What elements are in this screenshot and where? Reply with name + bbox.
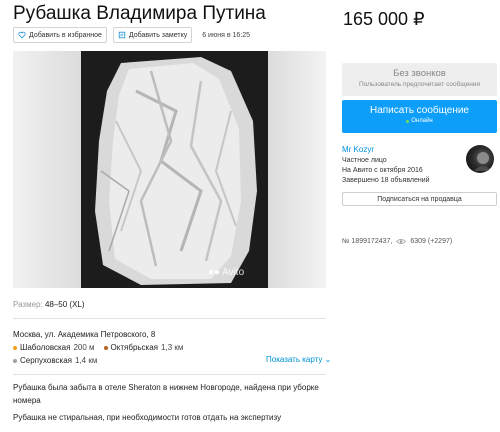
no-calls-title: Без звонков — [393, 68, 446, 79]
avito-logo-icon: ●● — [208, 267, 221, 278]
listing-actions: Добавить в избранное Добавить заметку 6 … — [13, 27, 250, 43]
heart-icon — [18, 31, 26, 39]
seller-since: На Авито с октября 2016 — [342, 167, 423, 174]
write-message-button[interactable]: Написать сообщение Онлайн — [342, 100, 497, 133]
description-line: Рубашка не стиральная, при необходимости… — [13, 413, 282, 422]
online-status: Онлайн — [342, 118, 497, 124]
avito-watermark: ●● Avito — [208, 267, 244, 278]
seller-type: Частное лицо — [342, 157, 387, 164]
metro-line-dot — [103, 345, 108, 350]
metro-line-dot — [13, 358, 17, 363]
metro-station-name: Серпуховская — [20, 356, 72, 365]
main-photo[interactable] — [81, 51, 268, 288]
size-label: Размер: — [13, 300, 43, 309]
write-message-label: Написать сообщение — [369, 105, 469, 116]
ad-views: 6309 (+2297) — [410, 238, 453, 245]
add-note-button[interactable]: Добавить заметку — [112, 27, 193, 43]
add-to-favorites-button[interactable]: Добавить в избранное — [13, 27, 107, 43]
ad-meta: № 1899172437, 6309 (+2297) — [342, 238, 452, 245]
chevron-down-icon: ⌄ — [324, 355, 332, 364]
description-line: Рубашка была забыта в отеле Sheraton в н… — [13, 383, 319, 392]
seller-completed: Завершено 18 объявлений — [342, 177, 430, 184]
watermark-text: Avito — [222, 267, 245, 278]
photo-gallery[interactable]: ●● Avito — [13, 51, 326, 288]
metro-station-name: Октябрьская — [110, 343, 159, 352]
no-calls-notice: Без звонков Пользователь предпочитает со… — [342, 63, 497, 96]
add-note-label: Добавить заметку — [128, 31, 188, 39]
posted-date: 6 июня в 16:25 — [202, 31, 250, 39]
online-dot-icon — [406, 119, 410, 123]
seller-avatar[interactable] — [466, 145, 494, 173]
ad-number: № 1899172437, — [342, 238, 393, 245]
metro-station-name: Шаболовская — [20, 343, 71, 352]
show-map-link[interactable]: Показать карту ⌄ — [266, 355, 331, 364]
gallery-next-area[interactable] — [268, 51, 326, 288]
gallery-prev-area[interactable] — [13, 51, 81, 288]
metro-station: Шаболовская 200 м Октябрьская 1,3 км — [13, 343, 183, 352]
description-line: номера — [13, 396, 41, 405]
no-calls-subtitle: Пользователь предпочитает сообщения — [358, 81, 480, 88]
size-param: Размер: 48–50 (XL) — [13, 300, 85, 309]
subscribe-seller-button[interactable]: Подписаться на продавца — [342, 192, 497, 206]
address: Москва, ул. Академика Петровского, 8 — [13, 330, 156, 339]
show-map-label: Показать карту — [266, 355, 323, 364]
avatar-image — [474, 152, 492, 171]
note-icon — [118, 31, 126, 39]
eye-icon — [396, 239, 407, 244]
divider — [13, 374, 326, 375]
metro-distance: 200 м — [73, 343, 95, 352]
size-value: 48–50 (XL) — [44, 300, 85, 309]
metro-distance: 1,4 км — [74, 356, 98, 365]
shirt-image — [95, 57, 257, 285]
seller-name-link[interactable]: Mr Kozyr — [342, 145, 374, 154]
online-label: Онлайн — [411, 118, 433, 124]
metro-distance: 1,3 км — [161, 343, 184, 352]
divider — [13, 318, 326, 319]
add-to-favorites-label: Добавить в избранное — [29, 31, 102, 39]
listing-price: 165 000 ₽ — [343, 9, 425, 29]
listing-title: Рубашка Владимира Путина — [13, 3, 266, 24]
metro-line-dot — [13, 345, 17, 350]
metro-station: Серпуховская 1,4 км — [13, 356, 97, 365]
